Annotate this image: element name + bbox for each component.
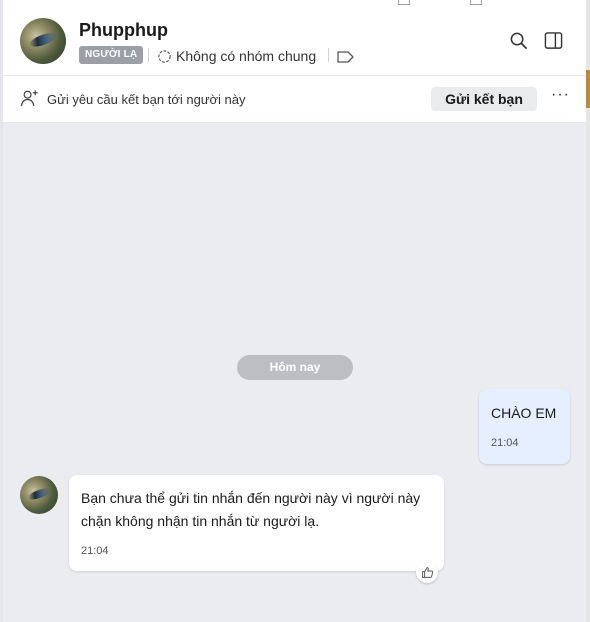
message-time: 21:04: [81, 545, 109, 557]
common-groups[interactable]: Không có nhóm chung: [157, 46, 316, 66]
search-button[interactable]: [506, 28, 530, 52]
sidebar-toggle-button[interactable]: [541, 28, 565, 52]
send-friend-request-button[interactable]: Gửi kết bạn: [431, 87, 537, 111]
divider: [148, 48, 149, 62]
accent-bar: [586, 70, 590, 108]
window-icon[interactable]: [398, 0, 410, 5]
friend-request-bar: Gửi yêu cầu kết bạn tới người này Gửi kế…: [3, 76, 586, 123]
tag-icon[interactable]: [337, 50, 354, 68]
date-separator: Hôm nay: [237, 355, 353, 380]
contact-avatar[interactable]: [20, 18, 66, 64]
contact-name[interactable]: Phupphup: [79, 20, 168, 41]
contact-avatar[interactable]: [20, 476, 58, 514]
window-icon[interactable]: [470, 0, 482, 5]
message-text: CHÀO EM: [491, 405, 557, 421]
thumbs-up-icon: [421, 566, 433, 578]
right-edge: [586, 0, 590, 622]
divider: [328, 48, 329, 62]
conversation-header: Phupphup NGƯỜI LẠ Không có nhóm chung: [3, 6, 586, 76]
add-friend-icon: [20, 90, 38, 107]
stranger-badge: NGƯỜI LẠ: [79, 46, 144, 64]
search-icon: [510, 32, 527, 49]
sidebar-toggle-icon: [544, 31, 562, 49]
message-time: 21:04: [491, 437, 519, 449]
friend-request-text: Gửi yêu cầu kết bạn tới người này: [47, 92, 246, 107]
sent-message[interactable]: CHÀO EM 21:04: [479, 389, 570, 464]
received-message[interactable]: Bạn chưa thể gửi tin nhắn đến người này …: [69, 475, 444, 571]
group-icon: [158, 49, 171, 63]
message-text: Bạn chưa thể gửi tin nhắn đến người này …: [81, 490, 421, 529]
chat-area: Hôm nay CHÀO EM 21:04 Bạn chưa thể gửi t…: [3, 123, 586, 622]
common-groups-label: Không có nhóm chung: [176, 48, 317, 64]
more-options-icon[interactable]: ···: [551, 86, 570, 104]
like-reaction-button[interactable]: [416, 561, 438, 583]
